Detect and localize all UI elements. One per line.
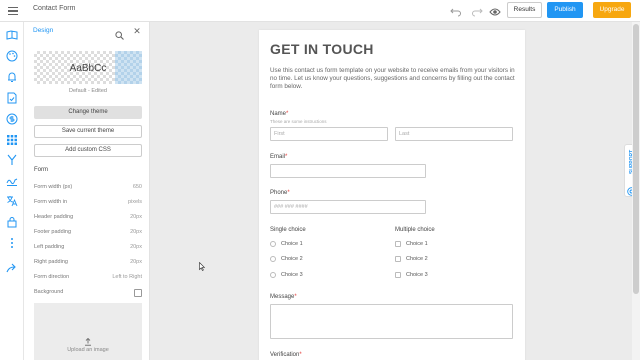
setting-value[interactable]: pixels [128,199,142,205]
setting-form-width[interactable]: Form width (px) 650 [34,184,142,194]
setting-value[interactable]: 20px [130,214,142,220]
setting-value[interactable]: 20px [130,244,142,250]
checkbox[interactable] [395,241,401,247]
background-checkbox[interactable] [134,289,142,297]
setting-right-padding[interactable]: Right padding 20px [34,259,142,269]
setting-value[interactable]: 20px [130,259,142,265]
save-current-theme-button[interactable]: Save current theme [34,125,142,138]
name-field-help: These are some instructions [270,119,327,124]
upgrade-button[interactable]: Upgrade [593,2,631,18]
redo-icon[interactable] [471,5,483,17]
setting-label: Background [34,289,64,295]
phone-field[interactable]: ### ### #### [270,200,426,214]
grid-icon[interactable] [6,133,18,145]
upload-icon [84,333,92,346]
checkbox[interactable] [395,272,401,278]
bell-icon[interactable] [6,70,18,82]
results-button[interactable]: Results [507,2,542,18]
setting-label: Form width in [34,199,68,205]
setting-label: Right padding [34,259,68,265]
upload-image-label: Upload an image [67,347,109,353]
lock-icon[interactable] [6,215,18,228]
message-textarea[interactable] [270,304,513,339]
signature-icon[interactable] [6,174,18,186]
undo-icon[interactable] [450,5,462,17]
dollar-icon[interactable] [6,112,18,125]
form-heading[interactable]: GET IN TOUCH [270,41,374,57]
setting-label: Header padding [34,214,74,220]
canvas-scrollbar[interactable] [632,22,640,360]
more-vertical-icon[interactable] [6,236,18,248]
email-field[interactable] [270,164,426,178]
book-icon[interactable] [6,28,18,40]
setting-label: Form width (px) [34,184,73,190]
icon-rail [0,22,24,360]
setting-value[interactable]: 650 [133,184,142,190]
design-panel: Design ✕ AaBbCc Default - Edited Change … [24,22,150,360]
single-choice-label[interactable]: Single choice [270,227,306,233]
publish-button[interactable]: Publish [547,2,583,18]
radio-button[interactable] [270,272,276,278]
setting-left-padding[interactable]: Left padding 20px [34,244,142,254]
top-bar: Contact Form Results Publish Upgrade [0,0,640,22]
theme-preview[interactable]: AaBbCc [34,51,142,84]
name-field-label[interactable]: Name* [270,111,288,117]
setting-header-padding[interactable]: Header padding 20px [34,214,142,224]
close-icon[interactable]: ✕ [132,26,142,36]
checkbox[interactable] [395,256,401,262]
form-card: GET IN TOUCH Use this contact us form te… [259,30,525,360]
translate-icon[interactable] [6,194,18,207]
setting-label: Left padding [34,244,65,250]
message-field-label[interactable]: Message* [270,294,297,300]
last-name-input[interactable]: Last [395,127,513,141]
setting-value[interactable]: 20px [130,229,142,235]
form-description[interactable]: Use this contact us form template on you… [270,67,517,92]
setting-label: Footer padding [34,229,71,235]
palette-icon[interactable] [6,49,18,62]
setting-background[interactable]: Background [34,289,142,299]
setting-label: Form direction [34,274,70,280]
setting-form-width-unit[interactable]: Form width in pixels [34,199,142,209]
setting-value[interactable]: Left to Right [112,274,142,280]
search-icon[interactable] [115,27,124,40]
phone-field-label[interactable]: Phone* [270,190,290,196]
section-form-label: Form [34,167,48,173]
setting-footer-padding[interactable]: Footer padding 20px [34,229,142,239]
preview-eye-icon[interactable] [489,5,501,17]
scrollbar-thumb[interactable] [633,24,639,294]
mouse-cursor-icon [199,258,206,271]
radio-button[interactable] [270,241,276,247]
multiple-choice-label[interactable]: Multiple choice [395,227,435,233]
share-icon[interactable] [6,261,18,273]
form-title: Contact Form [33,5,76,12]
hamburger-menu-icon[interactable] [6,4,20,18]
add-custom-css-button[interactable]: Add custom CSS [34,144,142,157]
panel-title: Design [33,27,54,34]
theme-sample-text: AaBbCc [69,63,107,74]
setting-form-direction[interactable]: Form direction Left to Right [34,274,142,284]
first-name-input[interactable]: First [270,127,388,141]
upload-image-dropzone[interactable]: Upload an image [34,303,142,360]
branch-icon[interactable] [6,153,18,165]
radio-button[interactable] [270,256,276,262]
document-check-icon[interactable] [6,91,18,104]
email-field-label[interactable]: Email* [270,154,287,160]
theme-name: Default - Edited [69,88,107,94]
verification-field-label[interactable]: Verification* [270,352,302,358]
change-theme-button[interactable]: Change theme [34,106,142,119]
form-canvas: GET IN TOUCH Use this contact us form te… [150,22,632,360]
